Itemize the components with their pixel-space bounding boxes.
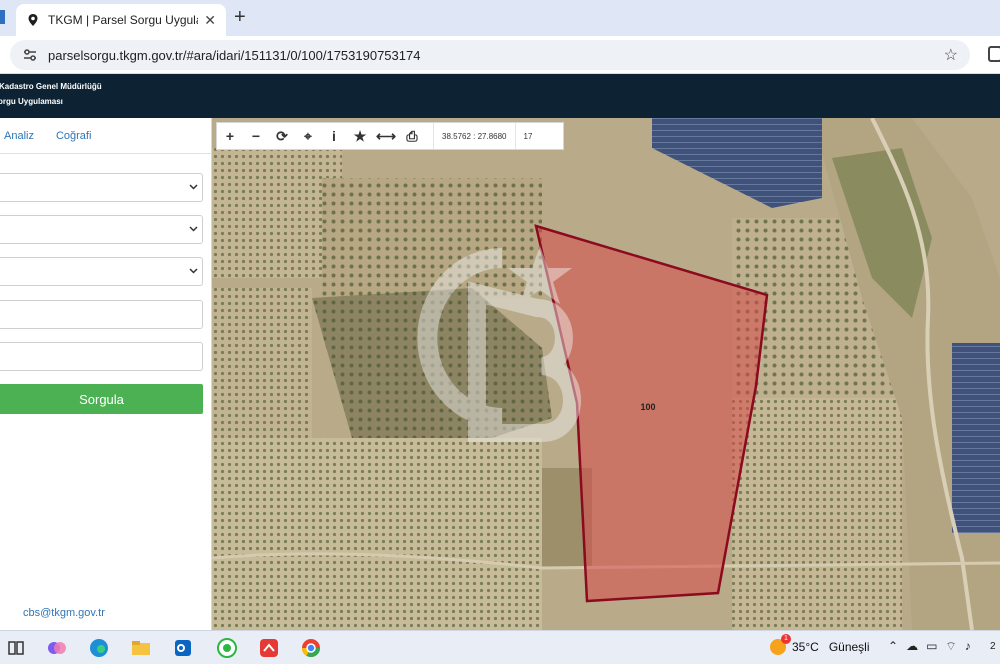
orchard (322, 178, 542, 298)
outlook-icon[interactable] (172, 637, 194, 659)
star-icon[interactable]: ★ (347, 123, 373, 149)
block-number-input[interactable] (0, 300, 203, 329)
close-tab-icon[interactable]: ✕ (204, 12, 216, 29)
orchard (212, 288, 312, 438)
measure-icon[interactable]: ⟷ (373, 123, 399, 149)
address-bar: parselsorgu.tkgm.gov.tr/#ara/idari/15113… (0, 36, 1000, 74)
refresh-icon[interactable]: ⟳ (269, 123, 295, 149)
print-icon[interactable]: ⎙ (399, 123, 425, 149)
extensions-icon[interactable] (988, 46, 1000, 62)
chevron-down-icon (189, 184, 198, 190)
header-title-line2: orgu Uygulaması (0, 97, 63, 106)
file-explorer-icon[interactable] (130, 637, 152, 659)
solar-panel-field (952, 343, 1000, 533)
chevron-up-icon[interactable]: ⌃ (888, 639, 898, 654)
zoom-out-icon[interactable]: − (243, 123, 269, 149)
app-icon (0, 10, 5, 24)
parcel-number-label: 100 (640, 402, 655, 412)
parcel-number-input[interactable] (0, 342, 203, 371)
app-shortcut-icon[interactable] (258, 637, 280, 659)
app-header: Kadastro Genel Müdürlüğü orgu Uygulaması (0, 74, 1000, 118)
temperature-text: 35°C (792, 640, 819, 654)
satellite-map: 100 (212, 118, 1000, 630)
whatsapp-icon[interactable] (216, 637, 238, 659)
neighborhood-select[interactable] (0, 257, 203, 286)
task-view-icon[interactable] (6, 637, 28, 659)
district-select[interactable] (0, 215, 203, 244)
header-title-line1: Kadastro Genel Müdürlüğü (0, 82, 102, 91)
weather-condition-text: Güneşli (828, 640, 870, 654)
sidebar-tabs: Analiz Coğrafi (0, 118, 211, 154)
tab-analiz[interactable]: Analiz (4, 130, 34, 142)
orchard (732, 398, 902, 630)
sun-icon (770, 634, 791, 655)
url-field[interactable]: parselsorgu.tkgm.gov.tr/#ara/idari/15113… (10, 40, 970, 70)
battery-icon[interactable]: ▭ (926, 639, 937, 654)
browser-tab-strip: TKGM | Parsel Sorgu Uygulama ✕ + (0, 0, 1000, 36)
orchard (212, 438, 542, 630)
search-sidebar: Analiz Coğrafi Sorgula cbs@tkgm.gov.tr (0, 118, 212, 630)
screen: TKGM | Parsel Sorgu Uygulama ✕ + parsels… (0, 0, 1000, 664)
location-pin-icon (28, 14, 38, 26)
zoom-in-icon[interactable]: + (217, 123, 243, 149)
tab-cografi[interactable]: Coğrafi (56, 130, 91, 142)
browser-tab[interactable]: TKGM | Parsel Sorgu Uygulama ✕ (16, 4, 226, 36)
site-settings-icon[interactable] (22, 47, 38, 63)
url-text: parselsorgu.tkgm.gov.tr/#ara/idari/15113… (48, 47, 421, 63)
chevron-down-icon (189, 226, 198, 232)
weather-widget[interactable]: 35°C Güneşli (770, 634, 870, 655)
new-tab-button[interactable]: + (234, 6, 246, 29)
info-icon[interactable]: i (321, 123, 347, 149)
system-tray: ⌃ ☁ ▭ ⌔ ♪ (888, 639, 971, 654)
wifi-icon[interactable]: ⌔ (945, 639, 956, 654)
map-view[interactable]: 100 + − ⟳ ⌖ i ★ ⟷ ⎙ 38.5762 : 27.8680 17 (212, 118, 1000, 630)
zoom-level-readout: 17 (523, 131, 533, 141)
chrome-icon[interactable] (300, 637, 322, 659)
windows-taskbar: 35°C Güneşli ⌃ ☁ ▭ ⌔ ♪ 2 (0, 630, 1000, 664)
chevron-down-icon (189, 268, 198, 274)
browser-tab-title: TKGM | Parsel Sorgu Uygulama (48, 13, 198, 27)
copilot-icon[interactable] (46, 637, 68, 659)
cloud-icon[interactable]: ☁ (906, 639, 918, 654)
map-toolbar: + − ⟳ ⌖ i ★ ⟷ ⎙ 38.5762 : 27.8680 17 (216, 122, 564, 150)
edge-browser-icon[interactable] (88, 637, 110, 659)
bookmark-star-icon[interactable]: ☆ (944, 45, 958, 65)
contact-email-link[interactable]: cbs@tkgm.gov.tr (23, 607, 105, 619)
locate-icon[interactable]: ⌖ (295, 123, 321, 149)
province-select[interactable] (0, 173, 203, 202)
query-button[interactable]: Sorgula (0, 384, 203, 414)
coordinate-readout: 38.5762 : 27.8680 (433, 123, 516, 149)
volume-icon[interactable]: ♪ (965, 639, 971, 654)
clock-text[interactable]: 2 (990, 641, 996, 652)
